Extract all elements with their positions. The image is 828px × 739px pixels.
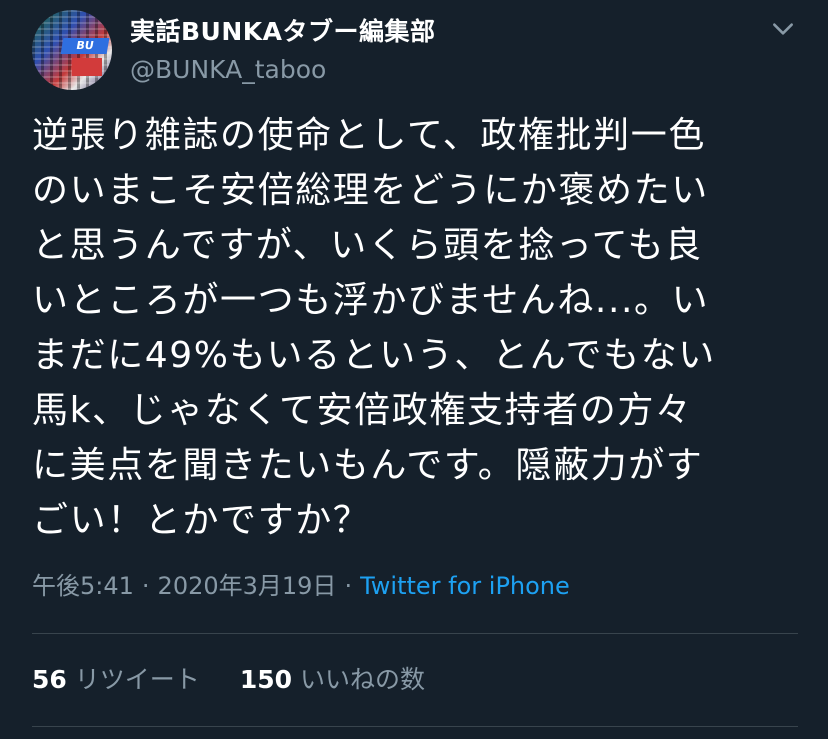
tweet-time[interactable]: 午後5:41 bbox=[32, 572, 134, 600]
divider bbox=[32, 633, 798, 634]
chevron-down-icon[interactable] bbox=[770, 16, 796, 42]
retweets-stat[interactable]: 56 リツイート bbox=[32, 665, 200, 694]
tweet-meta: 午後5:41 · 2020年3月19日 · Twitter for iPhone bbox=[32, 568, 570, 604]
avatar-decoration bbox=[72, 58, 102, 76]
avatar[interactable]: BU bbox=[32, 10, 112, 90]
divider bbox=[32, 726, 798, 727]
retweets-count: 56 bbox=[32, 665, 67, 694]
likes-stat[interactable]: 150 いいねの数 bbox=[240, 665, 425, 694]
tweet-stats: 56 リツイート 150 いいねの数 bbox=[32, 662, 425, 698]
tweet-header: BU 実話BUNKAタブー編集部 @BUNKA_taboo bbox=[32, 10, 802, 90]
display-name[interactable]: 実話BUNKAタブー編集部 bbox=[130, 16, 436, 48]
avatar-mast: BU bbox=[60, 38, 110, 54]
meta-separator: · bbox=[344, 572, 353, 600]
user-handle[interactable]: @BUNKA_taboo bbox=[130, 54, 326, 86]
likes-count: 150 bbox=[239, 665, 292, 694]
likes-label: いいねの数 bbox=[300, 665, 426, 694]
tweet-source-link[interactable]: Twitter for iPhone bbox=[360, 572, 570, 600]
tweet-date[interactable]: 2020年3月19日 bbox=[158, 572, 337, 600]
tweet-text: 逆張り雑誌の使命として、政権批判一色 のいまこそ安倍総理をどうにか褒めたい と思… bbox=[32, 115, 716, 541]
meta-separator: · bbox=[141, 572, 150, 600]
retweets-label: リツイート bbox=[74, 665, 200, 694]
